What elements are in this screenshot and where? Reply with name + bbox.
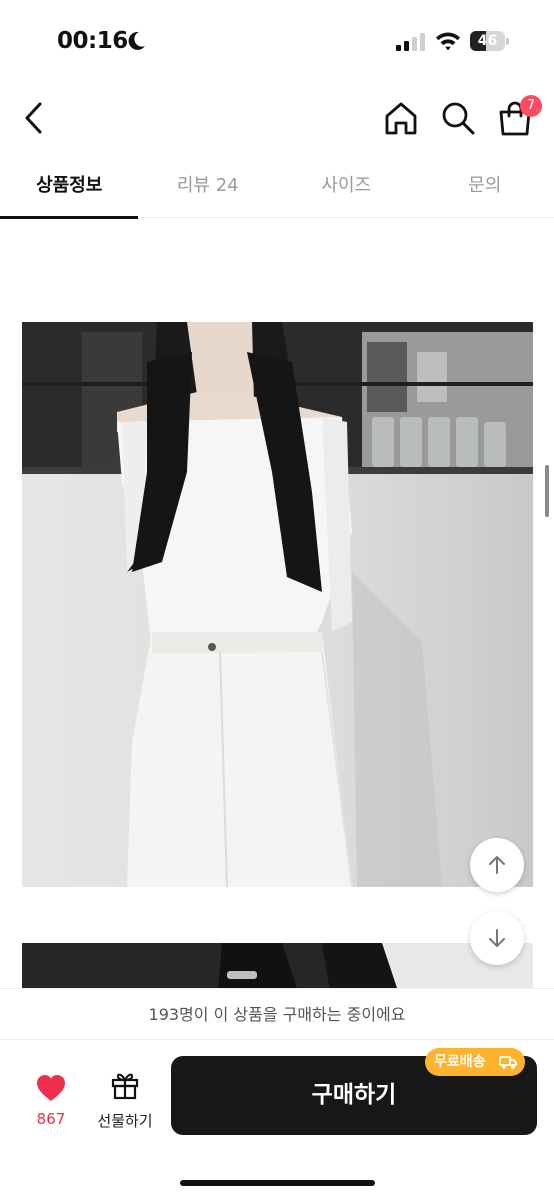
- moon-icon: [128, 31, 145, 50]
- tab-inquiry[interactable]: 문의: [416, 160, 554, 218]
- product-tabs: 상품정보 리뷰 24 사이즈 문의: [0, 160, 554, 219]
- battery-indicator: 46: [470, 31, 509, 51]
- home-indicator: [180, 1180, 375, 1186]
- heart-icon: [37, 1075, 65, 1101]
- product-image: [22, 322, 533, 887]
- cart-count-badge: 7: [520, 95, 542, 117]
- status-bar: 00:16 46: [0, 0, 554, 80]
- purchase-activity-banner: 193명이 이 상품을 구매하는 중이에요: [0, 988, 554, 1040]
- back-icon[interactable]: [18, 98, 50, 138]
- truck-icon: [499, 1056, 517, 1069]
- gift-icon: [111, 1073, 139, 1100]
- arrow-down-icon: [489, 929, 505, 947]
- arrow-up-icon: [489, 856, 505, 874]
- home-icon[interactable]: [382, 100, 420, 138]
- scroll-to-top-button[interactable]: [470, 838, 524, 892]
- like-button[interactable]: 867: [20, 1070, 82, 1136]
- scroll-down-button[interactable]: [470, 911, 524, 965]
- top-navigation: [0, 88, 554, 148]
- tab-reviews[interactable]: 리뷰 24: [139, 160, 278, 218]
- free-shipping-badge: 무료배송: [425, 1048, 525, 1076]
- scroll-indicator[interactable]: [545, 465, 549, 517]
- status-time: 00:16: [57, 28, 128, 54]
- free-shipping-label: 무료배송: [434, 1054, 486, 1070]
- cellular-signal-icon: [396, 33, 425, 51]
- tab-size[interactable]: 사이즈: [277, 160, 416, 218]
- product-photo-illustration: [22, 322, 533, 887]
- search-icon[interactable]: [440, 100, 476, 136]
- tab-product-info[interactable]: 상품정보: [0, 160, 139, 219]
- like-count: 867: [36, 1110, 66, 1128]
- gift-label: 선물하기: [97, 1112, 153, 1130]
- battery-level: 46: [477, 33, 498, 49]
- wifi-icon: [436, 32, 460, 51]
- gift-button[interactable]: 선물하기: [92, 1068, 158, 1136]
